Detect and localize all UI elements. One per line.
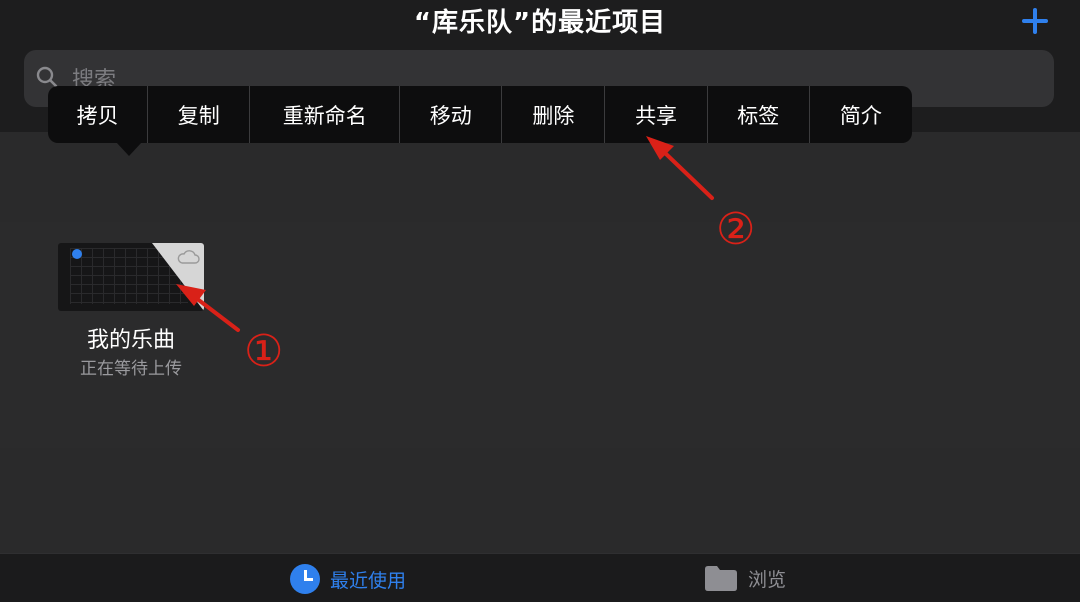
tab-recent-label: 最近使用 (330, 569, 407, 592)
tab-browse[interactable]: 浏览 (704, 564, 786, 592)
annotation-arrows (176, 136, 714, 332)
arrow-1 (176, 284, 240, 332)
tab-bar: 最近使用 浏览 (0, 553, 1080, 602)
annotation-label-2: ② (716, 204, 756, 255)
arrow-2 (646, 136, 714, 200)
clock-icon (290, 564, 320, 594)
annotation-label-1: ① (244, 326, 284, 377)
tab-recent[interactable]: 最近使用 (290, 564, 406, 594)
folder-icon (705, 566, 737, 591)
tab-browse-label: 浏览 (748, 568, 787, 591)
